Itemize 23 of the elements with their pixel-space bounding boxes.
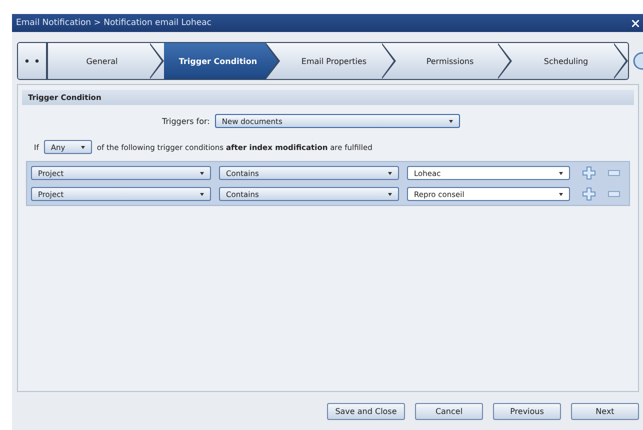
footer-button[interactable]: Save and Close [327,402,405,420]
footer-button[interactable]: Cancel [415,402,483,420]
add-condition-icon[interactable] [582,187,596,201]
triggers-for-label: Triggers for: [162,116,210,126]
help-icon[interactable] [633,52,643,70]
remove-condition-icon[interactable] [608,170,620,176]
dots-icon [25,59,39,63]
remove-condition-icon[interactable] [608,191,620,197]
caret-icon [448,120,453,123]
caret-icon [559,172,563,175]
close-icon[interactable] [632,20,639,26]
caret-icon [388,193,392,196]
window-title: Email Notification > Notification email Loheac [16,18,212,28]
caret-icon [559,193,563,196]
wizard-tab[interactable]: Trigger Condition [164,43,280,79]
footer-button[interactable]: Next [571,402,639,420]
caret-icon [200,172,204,175]
footer-button[interactable]: Previous [493,402,561,420]
caret-icon [200,193,204,196]
add-condition-icon[interactable] [582,166,596,180]
caret-icon [80,146,85,149]
caret-icon [388,172,392,175]
scroll-button[interactable] [18,43,48,79]
